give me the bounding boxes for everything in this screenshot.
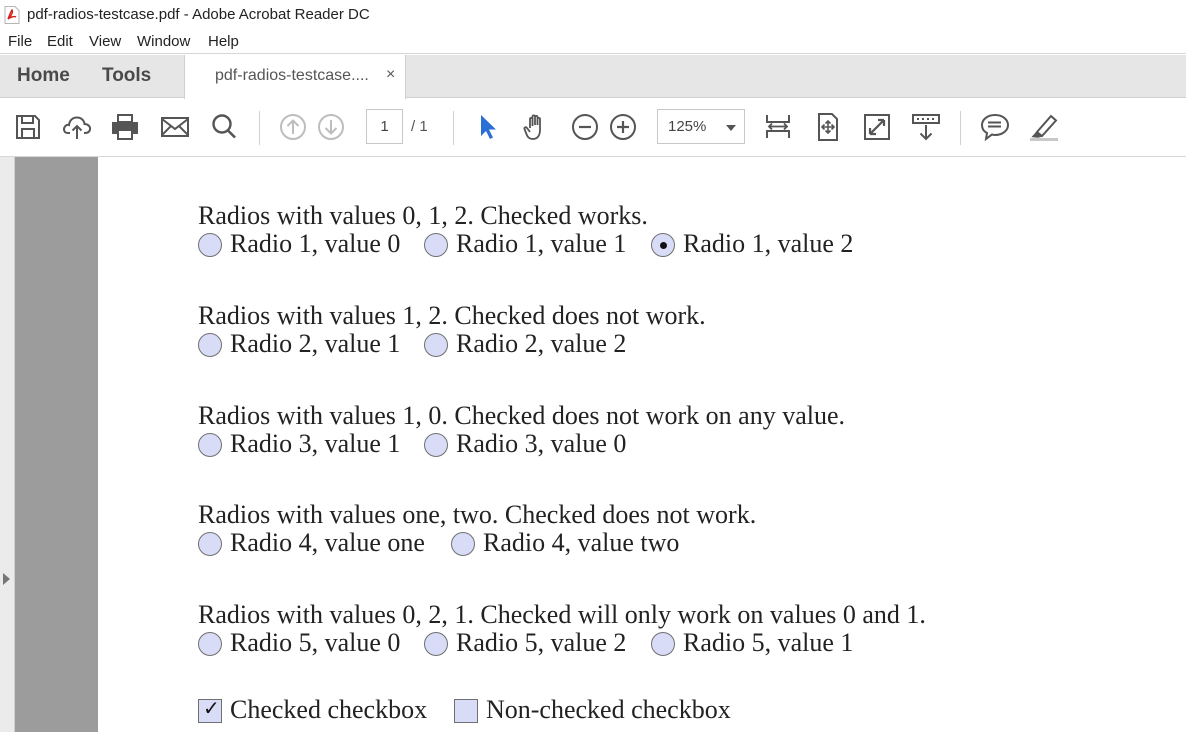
radio-label: Radio 1, value 0 bbox=[230, 229, 401, 258]
radio-button-checked[interactable] bbox=[651, 233, 675, 257]
acrobat-pdf-icon bbox=[4, 6, 20, 24]
radio-label: Radio 2, value 1 bbox=[230, 329, 401, 358]
print-icon[interactable] bbox=[109, 111, 141, 143]
checkbox-unchecked[interactable] bbox=[454, 699, 478, 723]
toolbar-divider bbox=[453, 111, 454, 145]
radio-label: Radio 5, value 1 bbox=[683, 628, 854, 657]
previous-page-icon[interactable] bbox=[277, 111, 309, 143]
radio-label: Radio 1, value 1 bbox=[456, 229, 627, 258]
section-heading: Radios with values one, two. Checked doe… bbox=[198, 500, 757, 529]
chevron-down-icon bbox=[726, 125, 736, 131]
scroll-mode-icon[interactable] bbox=[910, 111, 942, 143]
window-title: pdf-radios-testcase.pdf - Adobe Acrobat … bbox=[27, 6, 370, 23]
page-number-input[interactable]: 1 bbox=[366, 109, 403, 144]
title-bar: pdf-radios-testcase.pdf - Adobe Acrobat … bbox=[0, 0, 1186, 30]
radio-button[interactable] bbox=[424, 333, 448, 357]
menu-window[interactable]: Window bbox=[137, 33, 190, 50]
radio-label: Radio 3, value 1 bbox=[230, 429, 401, 458]
hand-tool-icon[interactable] bbox=[520, 111, 552, 143]
tab-bar: Home Tools pdf-radios-testcase.... × bbox=[0, 55, 1186, 99]
radio-button[interactable] bbox=[424, 233, 448, 257]
tab-home[interactable]: Home bbox=[17, 65, 70, 87]
left-panel-rail bbox=[0, 157, 15, 732]
page-gutter bbox=[15, 157, 98, 732]
menu-view[interactable]: View bbox=[89, 33, 121, 50]
fit-page-icon[interactable] bbox=[812, 111, 844, 143]
section-heading: Radios with values 0, 2, 1. Checked will… bbox=[198, 600, 926, 629]
highlight-pen-icon[interactable] bbox=[1028, 111, 1060, 143]
toolbar: 1 / 1 125% bbox=[0, 99, 1186, 157]
radio-button[interactable] bbox=[198, 632, 222, 656]
checkbox-label: Non-checked checkbox bbox=[486, 695, 731, 724]
checkmark-icon: ✓ bbox=[203, 696, 220, 720]
page-total-label: / 1 bbox=[411, 118, 428, 135]
radio-button[interactable] bbox=[451, 532, 475, 556]
expand-panel-arrow-icon[interactable] bbox=[3, 573, 10, 585]
next-page-icon[interactable] bbox=[315, 111, 347, 143]
radio-button[interactable] bbox=[651, 632, 675, 656]
email-icon[interactable] bbox=[159, 111, 191, 143]
comment-icon[interactable] bbox=[979, 111, 1011, 143]
menu-help[interactable]: Help bbox=[208, 33, 239, 50]
close-tab-icon[interactable]: × bbox=[386, 66, 395, 84]
toolbar-divider bbox=[960, 111, 961, 145]
zoom-in-icon[interactable] bbox=[607, 111, 639, 143]
zoom-select[interactable]: 125% bbox=[657, 109, 745, 144]
zoom-out-icon[interactable] bbox=[569, 111, 601, 143]
radio-label: Radio 5, value 0 bbox=[230, 628, 401, 657]
pdf-page: Radios with values 0, 1, 2. Checked work… bbox=[98, 157, 1186, 732]
section-heading: Radios with values 0, 1, 2. Checked work… bbox=[198, 201, 648, 230]
menu-file[interactable]: File bbox=[8, 33, 32, 50]
radio-label: Radio 4, value two bbox=[483, 528, 680, 557]
toolbar-divider bbox=[259, 111, 260, 145]
radio-label: Radio 5, value 2 bbox=[456, 628, 627, 657]
cloud-upload-icon[interactable] bbox=[61, 111, 93, 143]
radio-label: Radio 1, value 2 bbox=[683, 229, 854, 258]
menu-bar: File Edit View Window Help bbox=[0, 30, 1186, 54]
zoom-value: 125% bbox=[668, 118, 707, 135]
radio-button[interactable] bbox=[198, 532, 222, 556]
radio-label: Radio 3, value 0 bbox=[456, 429, 627, 458]
tab-tools[interactable]: Tools bbox=[102, 65, 151, 87]
section-heading: Radios with values 1, 0. Checked does no… bbox=[198, 401, 845, 430]
radio-selected-dot bbox=[660, 242, 667, 249]
radio-label: Radio 2, value 2 bbox=[456, 329, 627, 358]
radio-button[interactable] bbox=[198, 333, 222, 357]
fit-page-width-icon[interactable] bbox=[762, 111, 794, 143]
radio-button[interactable] bbox=[198, 433, 222, 457]
radio-label: Radio 4, value one bbox=[230, 528, 425, 557]
document-tab[interactable]: pdf-radios-testcase.... × bbox=[184, 55, 406, 99]
checkbox-label: Checked checkbox bbox=[230, 695, 428, 724]
checkbox-checked[interactable]: ✓ bbox=[198, 696, 222, 723]
save-icon[interactable] bbox=[12, 111, 44, 143]
full-screen-icon[interactable] bbox=[861, 111, 893, 143]
radio-button[interactable] bbox=[424, 632, 448, 656]
radio-button[interactable] bbox=[424, 433, 448, 457]
search-icon[interactable] bbox=[208, 111, 240, 143]
radio-button[interactable] bbox=[198, 233, 222, 257]
menu-edit[interactable]: Edit bbox=[47, 33, 73, 50]
select-cursor-icon[interactable] bbox=[472, 111, 504, 143]
section-heading: Radios with values 1, 2. Checked does no… bbox=[198, 301, 706, 330]
document-tab-label: pdf-radios-testcase.... bbox=[215, 67, 369, 84]
